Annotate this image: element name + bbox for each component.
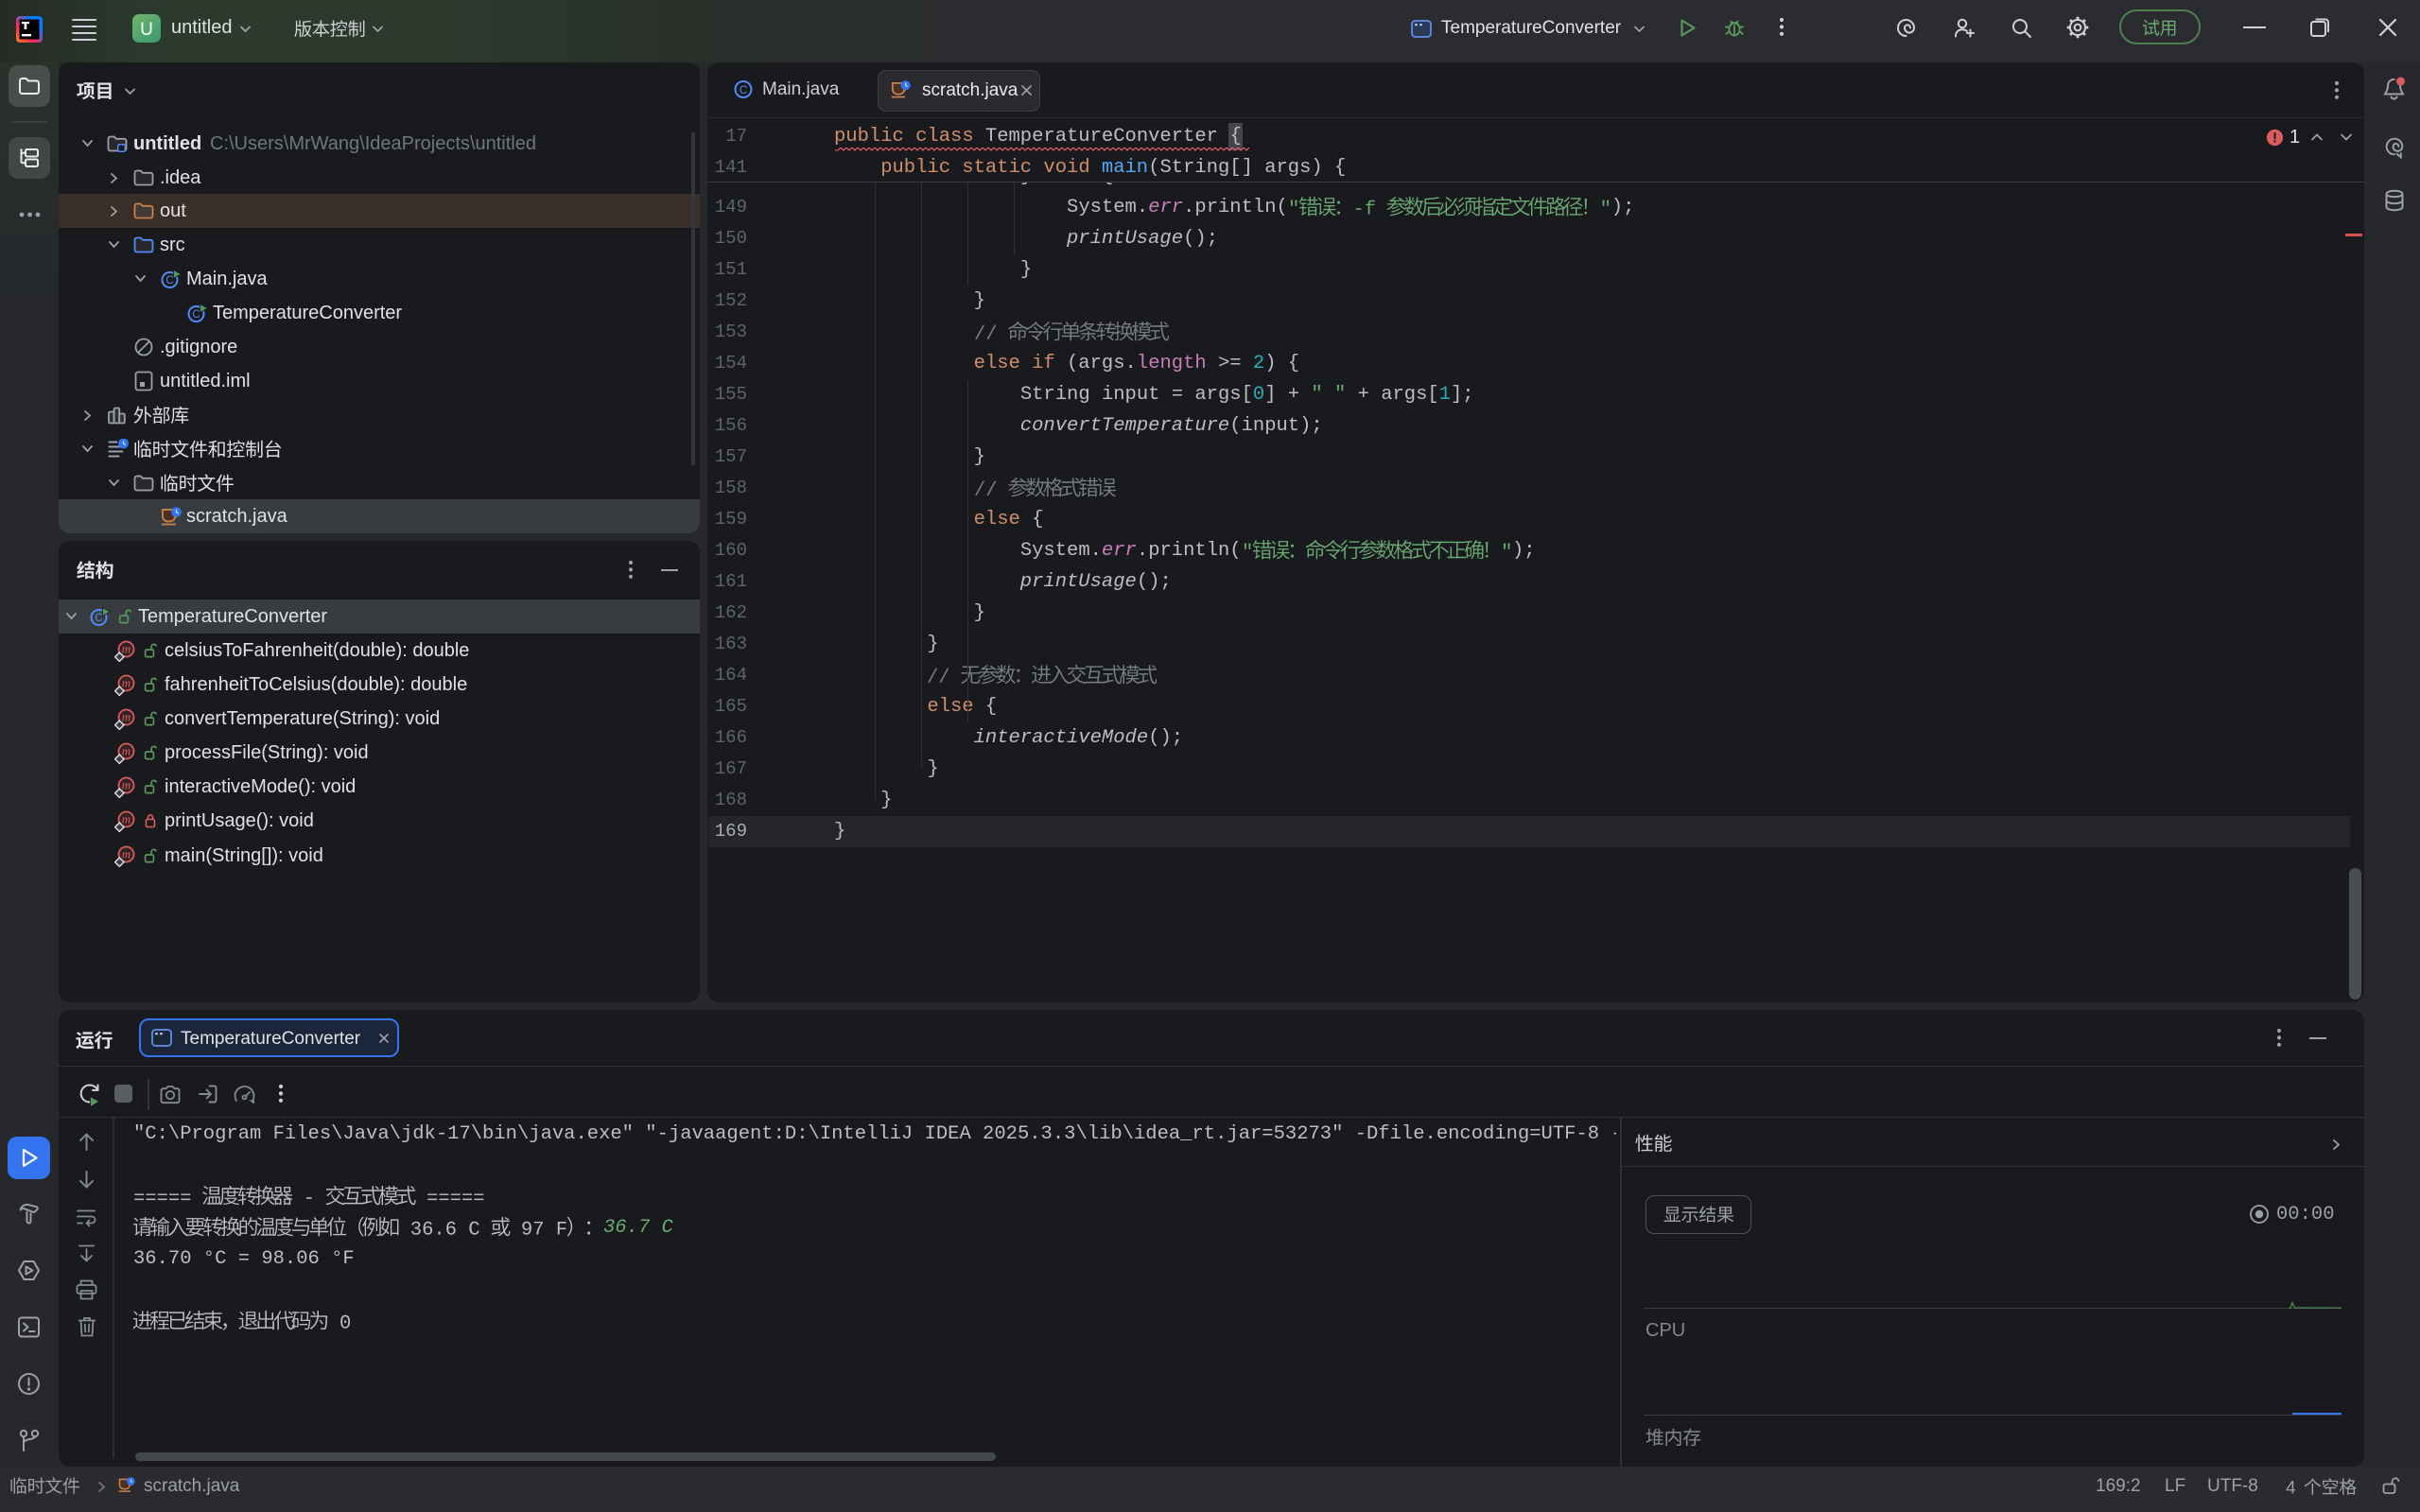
- svg-text:m: m: [122, 642, 131, 656]
- svg-text:m: m: [122, 847, 131, 861]
- svg-text:C: C: [95, 613, 102, 624]
- svg-text:U: U: [140, 20, 153, 40]
- svg-text:C: C: [740, 85, 747, 96]
- svg-text:m: m: [122, 812, 131, 826]
- svg-text:m: m: [122, 778, 131, 792]
- svg-text:m: m: [122, 710, 131, 724]
- svg-text:m: m: [122, 676, 131, 690]
- svg-text:C: C: [165, 275, 173, 287]
- svg-text:C: C: [192, 309, 200, 321]
- svg-text:m: m: [122, 744, 131, 758]
